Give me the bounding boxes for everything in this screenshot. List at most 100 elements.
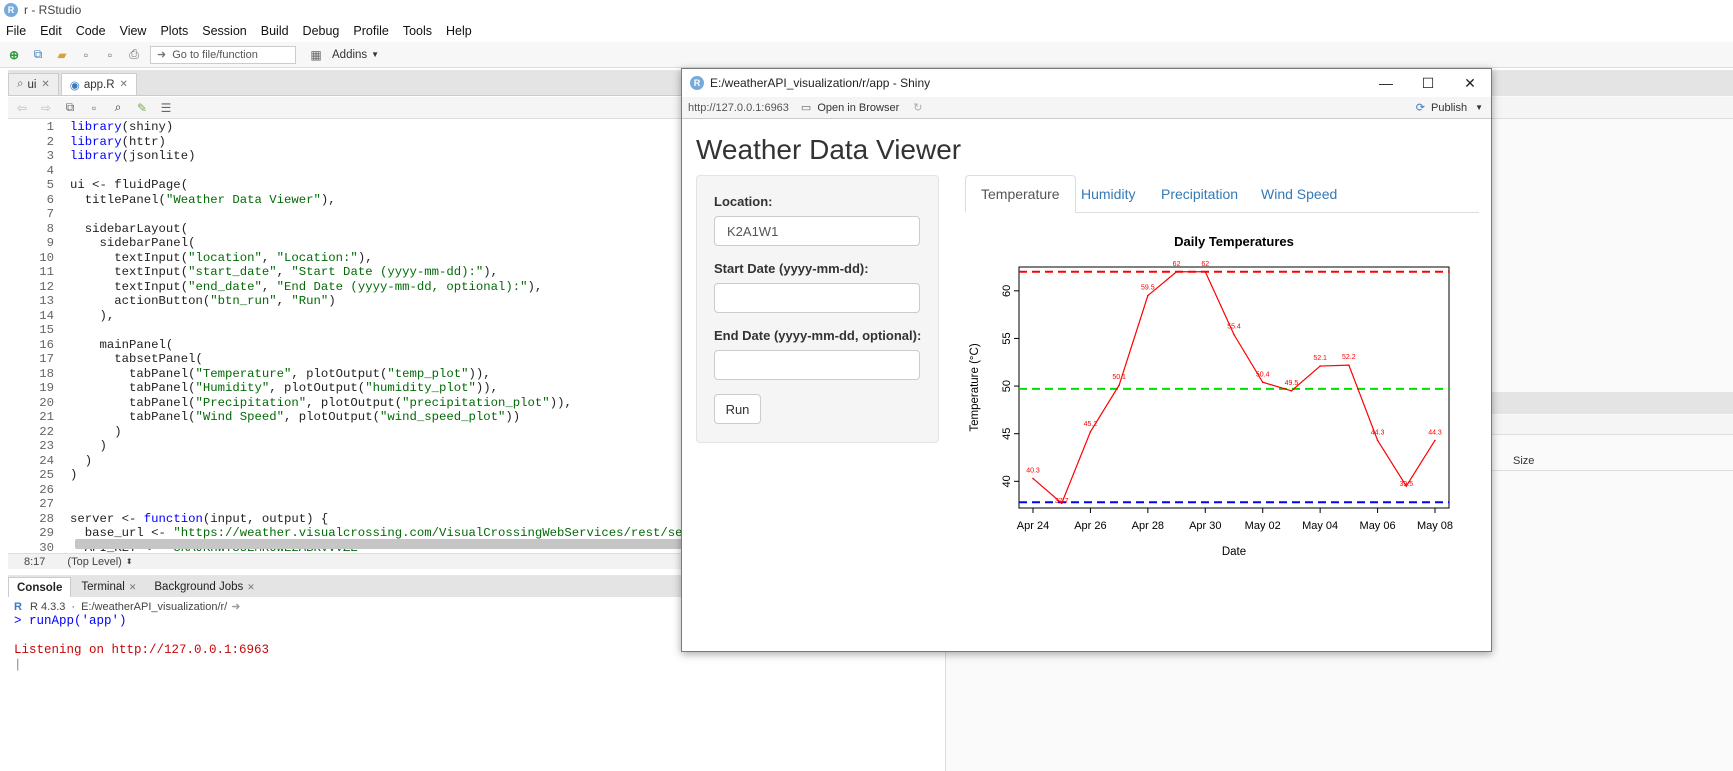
data-point [1348,364,1350,366]
x-tick-label: May 08 [1417,520,1453,532]
temperature-chart: Daily Temperatures 40 45 50 55 60 Apr 24 Apr 26… [969,234,1453,558]
code-editor[interactable]: 1 library(shiny) 2 library(httr) 3 library(js… [8,120,753,595]
app-title: Weather Data Viewer [696,134,962,165]
console-command: > runApp('app') [14,614,127,628]
tab-label: Console [17,581,63,594]
menu-debug[interactable]: Debug [303,24,340,38]
save-icon[interactable]: ▫ [86,100,102,116]
save-all-icon[interactable]: ▫ [102,47,118,63]
menu-build[interactable]: Build [261,24,289,38]
x-tick-label: May 02 [1245,520,1281,532]
menu-profile[interactable]: Profile [353,24,388,38]
y-axis-label: Temperature (°C) [969,343,981,431]
data-label: 55.4 [1227,324,1241,331]
location-input[interactable]: K2A1W1 [714,216,920,246]
tab-temperature[interactable]: Temperature [965,175,1076,213]
publish-button[interactable]: Publish [1431,102,1467,114]
menu-session[interactable]: Session [202,24,246,38]
data-label: 44.3 [1428,429,1442,436]
line-number: 15 [39,323,54,337]
addins-button[interactable]: Addins [332,49,367,61]
window-titlebar: R r - RStudio [0,0,1733,20]
open-in-browser-button[interactable]: Open in Browser [817,102,899,114]
tab-terminal[interactable]: Terminal ✕ [73,577,144,597]
tab-app-r[interactable]: ◉ app.R ✕ [60,73,137,95]
data-point [1175,270,1178,273]
horizontal-scrollbar[interactable] [75,539,745,549]
sidebar-panel: Location: K2A1W1 Start Date (yyyy-mm-dd)… [696,175,939,443]
data-point [1319,365,1321,367]
grid-layout-icon[interactable]: ▦ [308,47,324,63]
line-number: 4 [46,163,54,178]
end-date-input[interactable] [714,350,920,380]
find-icon[interactable]: ⌕ [110,100,126,116]
close-icon[interactable]: ✕ [247,582,255,593]
data-point [1032,477,1034,480]
menu-file[interactable]: File [6,24,26,38]
code-line: ) [70,424,122,439]
goto-dir-icon[interactable]: ➜ [231,600,240,613]
tab-ui[interactable]: ⌕ ui ✕ [8,73,59,95]
line-number: 1 [46,120,54,134]
code-tools-icon[interactable]: ✎ [134,100,150,116]
menu-edit[interactable]: Edit [40,24,62,38]
menu-help[interactable]: Help [446,24,472,38]
tab-label: app.R [83,78,115,91]
menu-code[interactable]: Code [76,24,106,38]
menu-tools[interactable]: Tools [403,24,432,38]
close-icon[interactable]: ✕ [41,79,49,90]
tab-console[interactable]: Console [8,577,72,597]
refresh-icon[interactable]: ↻ [913,101,922,114]
show-in-window-icon[interactable]: ⧉ [62,100,78,116]
open-file-icon[interactable]: ▰ [54,47,70,63]
start-date-input[interactable] [714,283,920,313]
code-line: tabPanel("Humidity", plotOutput("humidit… [70,381,499,395]
print-icon[interactable]: ⎙ [126,47,142,63]
new-file-icon[interactable]: ⊕ [6,47,22,63]
goto-file-input[interactable]: ➜ Go to file/function [150,45,296,64]
end-date-label: End Date (yyyy-mm-dd, optional): [714,328,922,343]
cursor-position: 8:17 [24,555,46,568]
line-number: 14 [39,308,54,323]
line-number: 17 [39,352,54,366]
menu-plots[interactable]: Plots [160,24,188,38]
publish-chevron-icon[interactable]: ▼ [1475,103,1483,112]
close-icon[interactable]: ✕ [1450,69,1490,97]
maximize-icon[interactable]: ☐ [1408,69,1448,97]
line-number: 8 [46,221,54,236]
browser-icon[interactable]: ▭ [801,101,811,114]
tab-wind-speed[interactable]: Wind Speed [1246,175,1352,213]
line-number: 16 [39,337,54,352]
tab-precipitation[interactable]: Precipitation [1146,175,1253,213]
tab-humidity[interactable]: Humidity [1066,175,1150,213]
scope-selector[interactable]: (Top Level) [67,556,121,568]
console-cursor[interactable]: | [14,658,22,672]
menu-view[interactable]: View [120,24,147,38]
tab-background-jobs[interactable]: Background Jobs ✕ [146,577,262,597]
data-point [1376,439,1379,442]
line-number: 9 [46,236,54,250]
size-column-label[interactable]: Size [1513,455,1534,467]
close-icon[interactable]: ✕ [129,582,137,593]
data-label: 52.1 [1313,355,1327,362]
data-label: 49.5 [1285,380,1299,387]
app-url: http://127.0.0.1:6963 [688,101,789,114]
run-button[interactable]: Run [714,394,761,424]
addins-chevron-icon[interactable]: ▼ [371,50,379,59]
x-tick-label: Apr 26 [1074,520,1106,532]
publish-icon[interactable]: ⟳ [1416,101,1425,114]
code-line: ), [70,308,115,323]
code-line: library(jsonlite) [70,149,196,163]
line-number: 28 [39,511,54,526]
scope-chevron-icon[interactable]: ⬍ [126,557,133,566]
new-project-icon[interactable]: ⧉ [30,47,46,63]
code-line: ) [70,439,107,453]
forward-icon[interactable]: ⇨ [38,100,54,116]
code-line: mainPanel( [70,337,174,352]
back-icon[interactable]: ⇦ [14,100,30,116]
minimize-icon[interactable]: — [1366,69,1406,97]
close-icon[interactable]: ✕ [120,79,128,90]
outline-icon[interactable]: ☰ [158,100,174,116]
save-icon[interactable]: ▫ [78,47,94,63]
line-number: 21 [39,410,54,424]
